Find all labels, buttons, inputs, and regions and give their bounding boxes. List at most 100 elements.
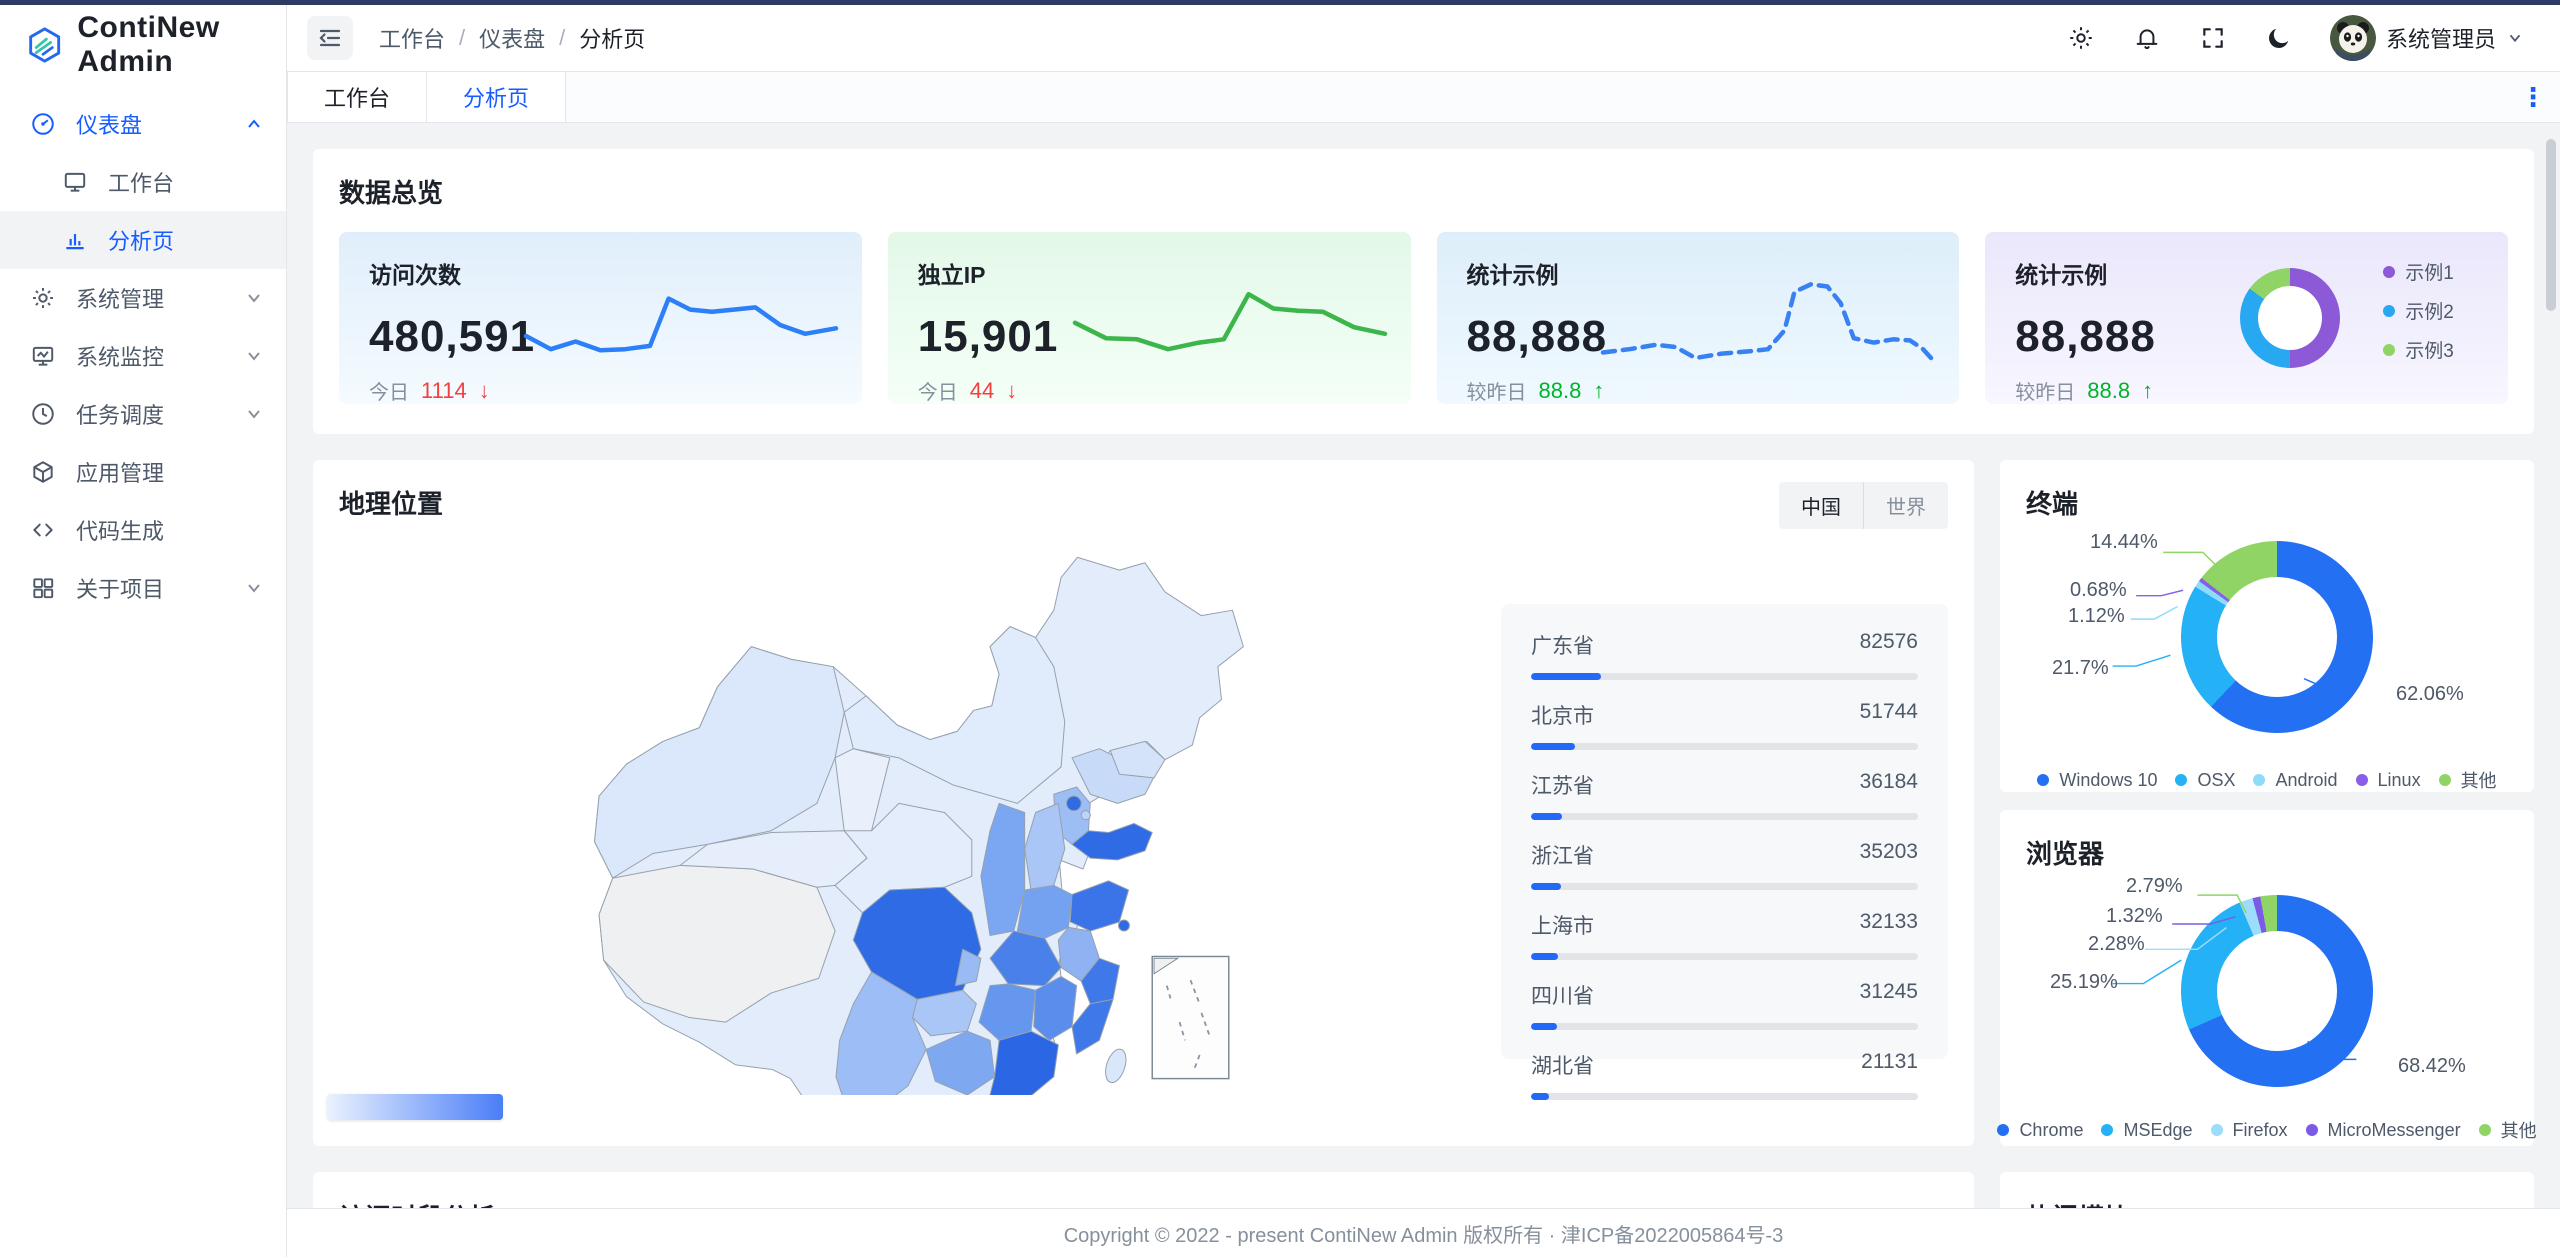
province-name: 广东省 (1531, 630, 1594, 660)
province-row: 浙江省35203 (1531, 840, 1918, 890)
breadcrumb-item[interactable]: 仪表盘 (479, 22, 545, 54)
sidebar-item-app-management[interactable]: 应用管理 (0, 443, 286, 501)
slice-label: 21.7% (2052, 657, 2109, 680)
toggle-world[interactable]: 世界 (1863, 482, 1948, 529)
menu-fold-icon (317, 25, 343, 51)
stat-sub-label: 今日 (918, 376, 958, 404)
legend-item[interactable]: 示例1 (2383, 258, 2454, 285)
slice-label: 2.28% (2088, 933, 2145, 956)
legend-item[interactable]: Chrome (1997, 1117, 2083, 1143)
province-row: 上海市32133 (1531, 910, 1918, 960)
toggle-china[interactable]: 中国 (1779, 482, 1863, 529)
section-title: 终端 (2026, 484, 2508, 521)
breadcrumb: 工作台 / 仪表盘 / 分析页 (379, 22, 645, 54)
panda-avatar-image (2330, 15, 2376, 61)
moon-icon (2266, 25, 2292, 51)
sidebar-item-dashboard[interactable]: 仪表盘 (0, 95, 286, 153)
province-bar-track (1531, 673, 1918, 680)
sidebar-item-label: 分析页 (108, 224, 264, 256)
dark-mode-toggle[interactable] (2264, 23, 2294, 53)
sidebar-item-code-generation[interactable]: 代码生成 (0, 501, 286, 559)
fullscreen-icon (2200, 25, 2226, 51)
user-menu[interactable]: 系统管理员 (2330, 15, 2524, 61)
logo[interactable]: ContiNew Admin (0, 5, 286, 85)
stat-sub-label: 较昨日 (2015, 376, 2075, 404)
chart-legend: Windows 10 OSX Android Linux 其他 (2026, 767, 2508, 793)
legend-label: Windows 10 (2059, 770, 2157, 791)
legend-dot (2175, 774, 2187, 786)
topbar: 工作台 / 仪表盘 / 分析页 (287, 5, 2560, 71)
sidebar-item-label: 系统监控 (76, 340, 244, 372)
dashboard-icon (30, 111, 56, 137)
legend-dot (2439, 774, 2451, 786)
notifications-button[interactable] (2132, 23, 2162, 53)
menu-fold-button[interactable] (307, 16, 353, 60)
province-ranking-panel: 广东省82576 北京市51744 江苏省36184 (1501, 604, 1948, 1059)
breadcrumb-item[interactable]: 工作台 (379, 22, 445, 54)
province-bar-track (1531, 813, 1918, 820)
stat-card-sample-donut: 统计示例 88,888 较昨日 88.8 ↑ 示例1 示例2 (1985, 232, 2508, 404)
main-content: 数据总览 访问次数 480,591 今日 1114 ↓ (287, 123, 2560, 1257)
legend-item[interactable]: 其他 (2479, 1117, 2537, 1143)
section-title: 地理位置 (339, 484, 1948, 521)
province-value: 36184 (1860, 770, 1918, 800)
legend-item[interactable]: MSEdge (2101, 1117, 2192, 1143)
sidebar-item-system-monitor[interactable]: 系统监控 (0, 327, 286, 385)
province-row: 四川省31245 (1531, 980, 1918, 1030)
slice-label: 62.06% (2396, 683, 2464, 706)
legend-label: MSEdge (2123, 1120, 2192, 1141)
clock-icon (30, 401, 56, 427)
province-bar-track (1531, 1093, 1918, 1100)
legend-dot (2037, 774, 2049, 786)
monitor-graph-icon (30, 343, 56, 369)
terminal-donut (2181, 541, 2373, 733)
sidebar-item-analysis[interactable]: 分析页 (0, 211, 286, 269)
legend-item[interactable]: 示例3 (2383, 336, 2454, 363)
legend-item[interactable]: Firefox (2211, 1117, 2288, 1143)
tab-more-button[interactable]: ⋮ (2520, 72, 2546, 122)
legend-label: 示例2 (2405, 297, 2454, 324)
legend-item[interactable]: Linux (2356, 767, 2421, 793)
legend-label: 其他 (2501, 1117, 2537, 1143)
south-china-sea-inset (1152, 956, 1229, 1078)
sidebar-item-label: 关于项目 (76, 572, 244, 604)
tab-analysis[interactable]: 分析页 (427, 72, 566, 122)
province-name: 上海市 (1531, 910, 1594, 940)
sidebar-item-about-project[interactable]: 关于项目 (0, 559, 286, 617)
sidebar-item-system-management[interactable]: 系统管理 (0, 269, 286, 327)
legend-label: 其他 (2461, 767, 2497, 793)
section-title: 数据总览 (339, 173, 2508, 210)
map-gradient-legend (327, 1094, 503, 1120)
slice-label: 0.68% (2070, 579, 2127, 602)
sidebar-item-workplace[interactable]: 工作台 (0, 153, 286, 211)
trend-up-icon: ↑ (2142, 378, 2153, 404)
province-bar-track (1531, 1023, 1918, 1030)
copyright-text: Copyright © 2022 - present ContiNew Admi… (1064, 1219, 1784, 1248)
trend-down-icon: ↓ (479, 378, 490, 404)
legend-item[interactable]: OSX (2175, 767, 2235, 793)
legend-dot (2383, 344, 2395, 356)
legend-item[interactable]: 示例2 (2383, 297, 2454, 324)
fullscreen-button[interactable] (2198, 23, 2228, 53)
china-map[interactable] (538, 530, 1278, 1095)
legend-label: Chrome (2019, 1120, 2083, 1141)
legend-dot (2253, 774, 2265, 786)
vertical-scrollbar-thumb[interactable] (2546, 139, 2556, 311)
bar-chart-icon (62, 227, 88, 253)
tab-workplace[interactable]: 工作台 (287, 72, 427, 122)
legend-item[interactable]: Windows 10 (2037, 767, 2157, 793)
chevron-down-icon (244, 346, 264, 366)
geo-panel: 地理位置 中国 世界 (313, 460, 1974, 1146)
legend-dot (2211, 1124, 2223, 1136)
province-name: 四川省 (1531, 980, 1594, 1010)
sidebar-item-task-schedule[interactable]: 任务调度 (0, 385, 286, 443)
legend-item[interactable]: MicroMessenger (2306, 1117, 2461, 1143)
breadcrumb-item[interactable]: 分析页 (579, 22, 645, 54)
sidebar-item-label: 工作台 (108, 166, 264, 198)
settings-button[interactable] (2066, 23, 2096, 53)
legend-item[interactable]: 其他 (2439, 767, 2497, 793)
legend-item[interactable]: Android (2253, 767, 2337, 793)
province-bar-fill (1531, 673, 1601, 680)
slice-label: 1.12% (2068, 605, 2125, 628)
avatar[interactable] (2330, 15, 2376, 61)
